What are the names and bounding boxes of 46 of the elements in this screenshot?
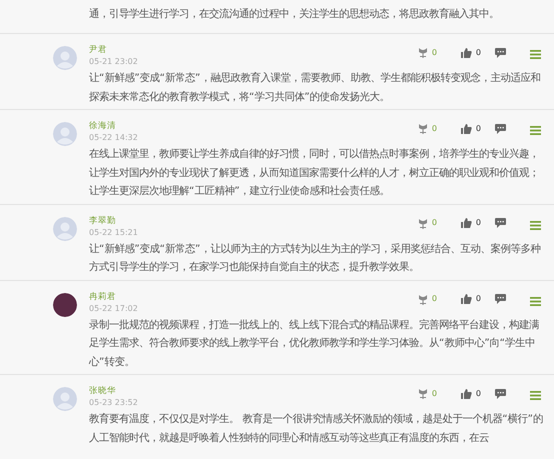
comment-icon[interactable]: [495, 388, 506, 398]
comment-time: 05-23 23:52: [89, 397, 138, 408]
comment-icon[interactable]: [495, 218, 506, 228]
user-name[interactable]: 冉莉君: [89, 290, 116, 302]
thumbs-up-icon[interactable]: [460, 124, 472, 134]
avatar-icon: [53, 387, 77, 411]
comment-text: 让“新鲜感”变成“新常态”，融思政教育入课堂，需要教师、助教、学生都能积极转变观念，主动适应和探索未来常态化的教育教学模式，将“学习共同体”的使命发扬光大。: [89, 71, 542, 104]
comment-text: 在线上课堂里，教师要让学生养成自律的好习惯，同时，可以借热点时事案例，培养学生的专业兴趣，让学生对国内外的专业现状了解更透，从而知道国家需要什么样的人才，树立正确的职业观和价值观；让学生更深层次地理解“工匠精神”，建立行业使命感和社会责任感。: [89, 147, 540, 199]
flower-count: 0: [432, 293, 437, 305]
photo-placeholder: [53, 292, 77, 316]
thumbs-up-icon[interactable]: [460, 294, 472, 304]
flower-count: 0: [432, 46, 437, 58]
like-count: 0: [476, 217, 481, 229]
comment-icon[interactable]: [495, 48, 506, 58]
comment-icon[interactable]: [495, 124, 506, 134]
flower-count: 0: [432, 388, 437, 400]
menu-icon[interactable]: [530, 50, 541, 59]
user-name[interactable]: 李翠勤: [89, 214, 116, 226]
flower-count: 0: [432, 217, 437, 229]
thumbs-up-icon[interactable]: [460, 48, 472, 58]
menu-icon[interactable]: [530, 391, 541, 400]
menu-icon[interactable]: [530, 220, 541, 230]
like-count: 0: [476, 293, 481, 305]
flower-count: 0: [432, 122, 437, 134]
comment-time: 05-22 17:02: [89, 302, 138, 314]
user-name[interactable]: 张晓华: [89, 385, 116, 397]
like-count: 0: [476, 388, 481, 400]
user-name[interactable]: 尹君: [89, 44, 107, 56]
like-count: 0: [476, 122, 481, 134]
comment-text: 录制一批规范的视频课程，打造一批线上的、线上线下混合式的精品课程。完善网络平台建设，构建满足学生需求、符合教师要求的线上教学平台，优化教师教学和学生学习体验。从“教师中心”向“学生中心”转变。: [89, 318, 540, 370]
comment-time: 05-22 15:21: [89, 226, 138, 238]
comment-text: 教育要有温度，不仅仅是对学生。 教育是一个很讲究情感关怀激励的领域，越是处于一个机器“横行”的人工智能时代，就越是呼唤着人性独特的同理心和情感互动等这些真正有温度的东西，在云: [89, 412, 544, 446]
menu-icon[interactable]: [530, 126, 541, 135]
like-count: 0: [476, 46, 481, 58]
comment-text: 让“新鲜感”变成“新常态”，让以师为主的方式转为以生为主的学习，采用奖惩结合、互动、案例等多种方式引导学生的学习，在家学习也能保持自觉自主的状态，提升教学效果。: [89, 242, 542, 275]
avatar-icon: [53, 216, 77, 240]
comment-time: 05-22 14:32: [89, 132, 138, 143]
thumbs-up-icon[interactable]: [460, 218, 472, 228]
avatar-icon: [53, 122, 77, 146]
comment-text: 通，引导学生进行学习，在交流沟通的过程中，关注学生的思想动态，将思政教育融入其中。: [89, 7, 500, 22]
user-name[interactable]: 徐海清: [89, 120, 116, 132]
comment-time: 05-21 23:02: [89, 56, 138, 67]
menu-icon[interactable]: [530, 296, 541, 306]
comment-icon[interactable]: [495, 294, 506, 304]
avatar-icon: [53, 46, 77, 70]
thumbs-up-icon[interactable]: [460, 388, 472, 398]
